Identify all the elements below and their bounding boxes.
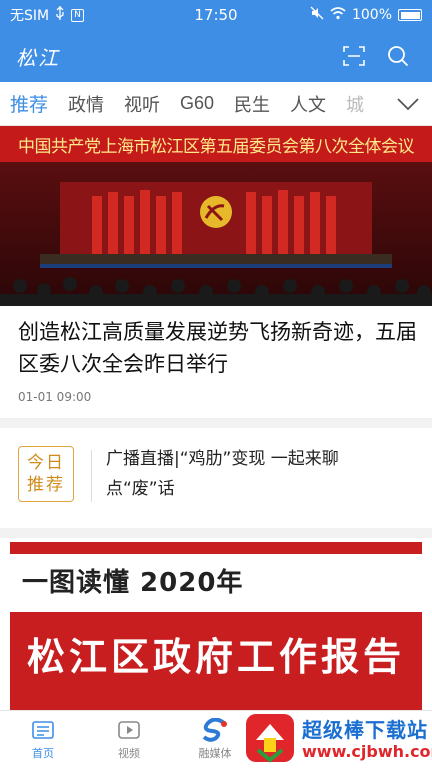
tab-audiovisual[interactable]: 视听 (124, 91, 160, 117)
search-icon (388, 46, 409, 67)
hero-image[interactable]: 中国共产党上海市松江区第五届委员会第八次全体会议 (0, 126, 432, 306)
wifi-icon (330, 6, 346, 24)
notification-icon: N (71, 8, 84, 22)
headline-time: 01-01 09:00 (18, 390, 92, 404)
tab-politics[interactable]: 政情 (68, 91, 104, 117)
usb-icon (55, 6, 65, 24)
report-title: 松江区政府工作报告 (26, 635, 405, 679)
report-card[interactable]: 一图读懂 2020年 松江区政府工作报告 (10, 542, 422, 712)
chevron-down-icon (397, 98, 419, 111)
recommend-item[interactable]: 今日 推荐 广播直播|“鸡肋”变现 一起来聊点“废”话 (0, 428, 432, 528)
video-icon (118, 721, 140, 739)
carrier-label: 无SIM (10, 8, 50, 24)
report-subtitle: 一图读懂 2020年 (22, 568, 244, 598)
headline-title[interactable]: 创造松江高质量发展逆势飞扬新奇迹，五届区委八次全会昨日举行 (18, 316, 418, 380)
scan-button[interactable] (336, 38, 372, 74)
download-logo-icon (246, 714, 294, 763)
recommend-text: 广播直播|“鸡肋”变现 一起来聊点“废”话 (106, 449, 339, 499)
battery-percent: 100% (351, 7, 392, 23)
badge-separator (91, 450, 92, 502)
tab-recommend[interactable]: 推荐 (10, 90, 48, 117)
watermark-text: 超级棒下载站 (302, 718, 428, 742)
app-header: 松江 (0, 30, 432, 82)
tab-livelihood[interactable]: 民生 (234, 91, 270, 117)
home-icon (32, 721, 54, 739)
watermark: 超级棒下载站 www.cjbwh.com (238, 706, 432, 768)
nav-video[interactable]: 视频 (86, 711, 172, 768)
app-logo: 松江 (16, 45, 60, 70)
hero-banner: 中国共产党上海市松江区第五届委员会第八次全体会议 (0, 126, 432, 162)
status-bar: 无SIM N 17:50 100% (0, 0, 432, 30)
tab-g60[interactable]: G60 (180, 93, 214, 114)
tab-city[interactable]: 城 (346, 91, 364, 117)
watermark-url: www.cjbwh.com (302, 742, 432, 761)
search-button[interactable] (380, 38, 416, 74)
media-logo-icon (202, 718, 227, 742)
battery-icon (398, 9, 422, 21)
section-gap (0, 528, 432, 538)
clock: 17:50 (194, 6, 238, 24)
nav-home[interactable]: 首页 (0, 711, 86, 768)
report-top-bar: 一图读懂 2020年 (10, 554, 422, 612)
today-recommend-badge: 今日 推荐 (18, 446, 74, 502)
tabs-expand-button[interactable] (384, 82, 432, 125)
section-gap (0, 419, 432, 428)
category-tabs: 推荐 政情 视听 G60 民生 人文 城 (0, 82, 432, 126)
scan-icon (343, 46, 365, 66)
tab-culture[interactable]: 人文 (290, 91, 326, 117)
mute-icon (310, 6, 324, 24)
